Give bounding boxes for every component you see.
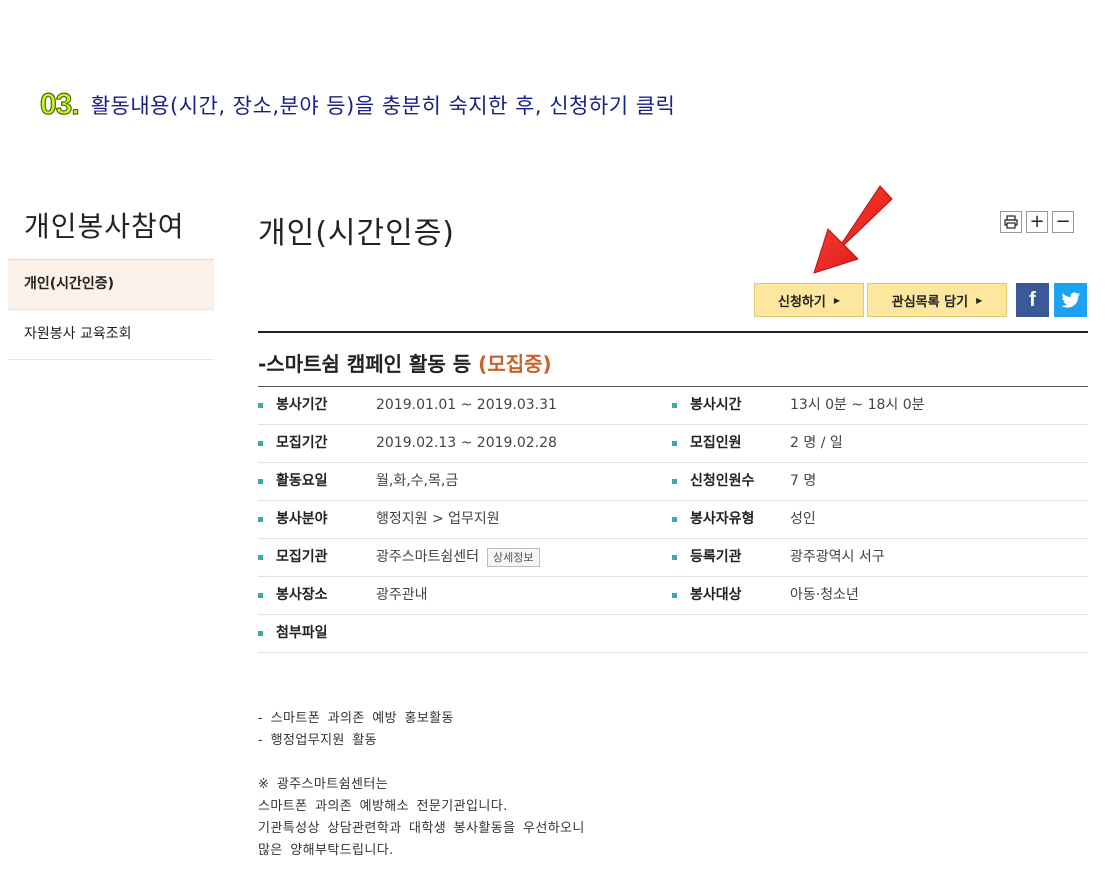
bullet-icon [672, 403, 677, 408]
bullet-icon [672, 555, 677, 560]
bullet-icon [258, 631, 263, 636]
divider [258, 331, 1088, 333]
info-value: 2019.02.13 ~ 2019.02.28 [376, 435, 557, 451]
info-label: 봉사분야 [276, 511, 328, 527]
description-line: ※ 광주스마트쉼센터는 [258, 777, 389, 792]
facebook-share-button[interactable]: f [1016, 283, 1049, 317]
info-label: 봉사대상 [690, 587, 742, 603]
zoom-out-button[interactable]: − [1052, 211, 1074, 233]
print-button[interactable] [1000, 211, 1022, 233]
zoom-out-icon: − [1055, 211, 1071, 232]
activity-name: -스마트쉼 캠페인 활동 등 [258, 352, 472, 376]
caret-right-icon: ▶ [833, 295, 840, 305]
info-value: 광주스마트쉼센터 상세정보 [376, 539, 540, 576]
description-line: 스마트폰 과의존 예방해소 전문기관입니다. [258, 799, 508, 814]
apply-button-label: 신청하기 [778, 294, 826, 310]
bullet-icon [258, 517, 263, 522]
bullet-icon [258, 441, 263, 446]
sidebar-item-volunteer-education[interactable]: 자원봉사 교육조회 [8, 310, 214, 360]
info-label: 모집기관 [276, 549, 328, 565]
page-title: 개인(시간인증) [258, 216, 456, 251]
twitter-icon [1061, 291, 1080, 308]
annotation-arrow-icon [813, 185, 893, 274]
bullet-icon [258, 593, 263, 598]
instruction-text: 활동내용(시간, 장소,분야 등)을 충분히 숙지한 후, 신청하기 클릭 [90, 94, 676, 118]
info-row: 활동요일 월,화,수,목,금 신청인원수 7 명 [258, 463, 1088, 501]
twitter-share-button[interactable] [1054, 283, 1087, 317]
caret-right-icon: ▶ [976, 295, 983, 305]
info-label: 봉사시간 [690, 397, 742, 413]
step-number: 03. [39, 87, 80, 121]
info-value: 광주관내 [376, 587, 428, 603]
zoom-in-button[interactable]: + [1026, 211, 1048, 233]
info-label: 활동요일 [276, 473, 328, 489]
bullet-icon [672, 593, 677, 598]
info-value: 성인 [790, 511, 816, 527]
bullet-icon [672, 517, 677, 522]
info-row: 봉사장소 광주관내 봉사대상 아동·청소년 [258, 577, 1088, 615]
bullet-icon [258, 479, 263, 484]
info-value: 2 명 / 일 [790, 435, 843, 451]
info-label: 첨부파일 [276, 625, 328, 641]
sidebar-nav: 개인(시간인증) 자원봉사 교육조회 [8, 259, 214, 360]
info-label: 등록기관 [690, 549, 742, 565]
instruction-banner: 03. 활동내용(시간, 장소,분야 등)을 충분히 숙지한 후, 신청하기 클… [39, 87, 676, 122]
activity-description: - 스마트폰 과의존 예방 홍보활동 - 행정업무지원 활동 ※ 광주스마트쉼센… [258, 708, 585, 862]
print-icon [1004, 215, 1018, 229]
info-label: 모집기간 [276, 435, 328, 451]
sidebar-item-personal-time-cert[interactable]: 개인(시간인증) [8, 260, 214, 310]
info-value: 행정지원 > 업무지원 [376, 511, 500, 527]
description-line: - 행정업무지원 활동 [258, 733, 378, 748]
zoom-in-icon: + [1029, 211, 1045, 232]
info-label: 모집인원 [690, 435, 742, 451]
details-button[interactable]: 상세정보 [487, 547, 540, 567]
info-label: 봉사자유형 [690, 511, 755, 527]
info-row: 봉사기간 2019.01.01 ~ 2019.03.31 봉사시간 13시 0분… [258, 387, 1088, 425]
info-row: 첨부파일 [258, 615, 1088, 653]
info-label: 봉사기간 [276, 397, 328, 413]
description-line: 기관특성상 상담관련학과 대학생 봉사활동을 우선하오니 [258, 821, 585, 836]
add-favorite-label: 관심목록 담기 [891, 294, 969, 310]
activity-info-table: 봉사기간 2019.01.01 ~ 2019.03.31 봉사시간 13시 0분… [258, 387, 1088, 653]
page-tools: + − [1000, 211, 1074, 233]
info-value: 광주광역시 서구 [790, 549, 885, 565]
info-label: 봉사장소 [276, 587, 328, 603]
description-line: - 스마트폰 과의존 예방 홍보활동 [258, 711, 454, 726]
apply-button[interactable]: 신청하기 ▶ [754, 283, 864, 317]
info-row: 모집기간 2019.02.13 ~ 2019.02.28 모집인원 2 명 / … [258, 425, 1088, 463]
info-value: 13시 0분 ~ 18시 0분 [790, 397, 925, 413]
info-value: 아동·청소년 [790, 587, 859, 603]
description-line: 많은 양해부탁드립니다. [258, 843, 394, 858]
add-favorite-button[interactable]: 관심목록 담기 ▶ [867, 283, 1007, 317]
activity-title: -스마트쉼 캠페인 활동 등 (모집중) [258, 348, 552, 377]
info-value: 7 명 [790, 473, 817, 489]
info-row: 봉사분야 행정지원 > 업무지원 봉사자유형 성인 [258, 501, 1088, 539]
bullet-icon [258, 555, 263, 560]
info-row: 모집기관 광주스마트쉼센터 상세정보 등록기관 광주광역시 서구 [258, 539, 1088, 577]
organization-name: 광주스마트쉼센터 [376, 549, 480, 565]
bullet-icon [672, 441, 677, 446]
recruiting-status: (모집중) [478, 352, 552, 376]
sidebar-title: 개인봉사참여 [24, 210, 185, 243]
info-label: 신청인원수 [690, 473, 755, 489]
bullet-icon [672, 479, 677, 484]
bullet-icon [258, 403, 263, 408]
info-value: 2019.01.01 ~ 2019.03.31 [376, 397, 557, 413]
info-value: 월,화,수,목,금 [376, 473, 459, 489]
facebook-icon: f [1029, 288, 1036, 311]
